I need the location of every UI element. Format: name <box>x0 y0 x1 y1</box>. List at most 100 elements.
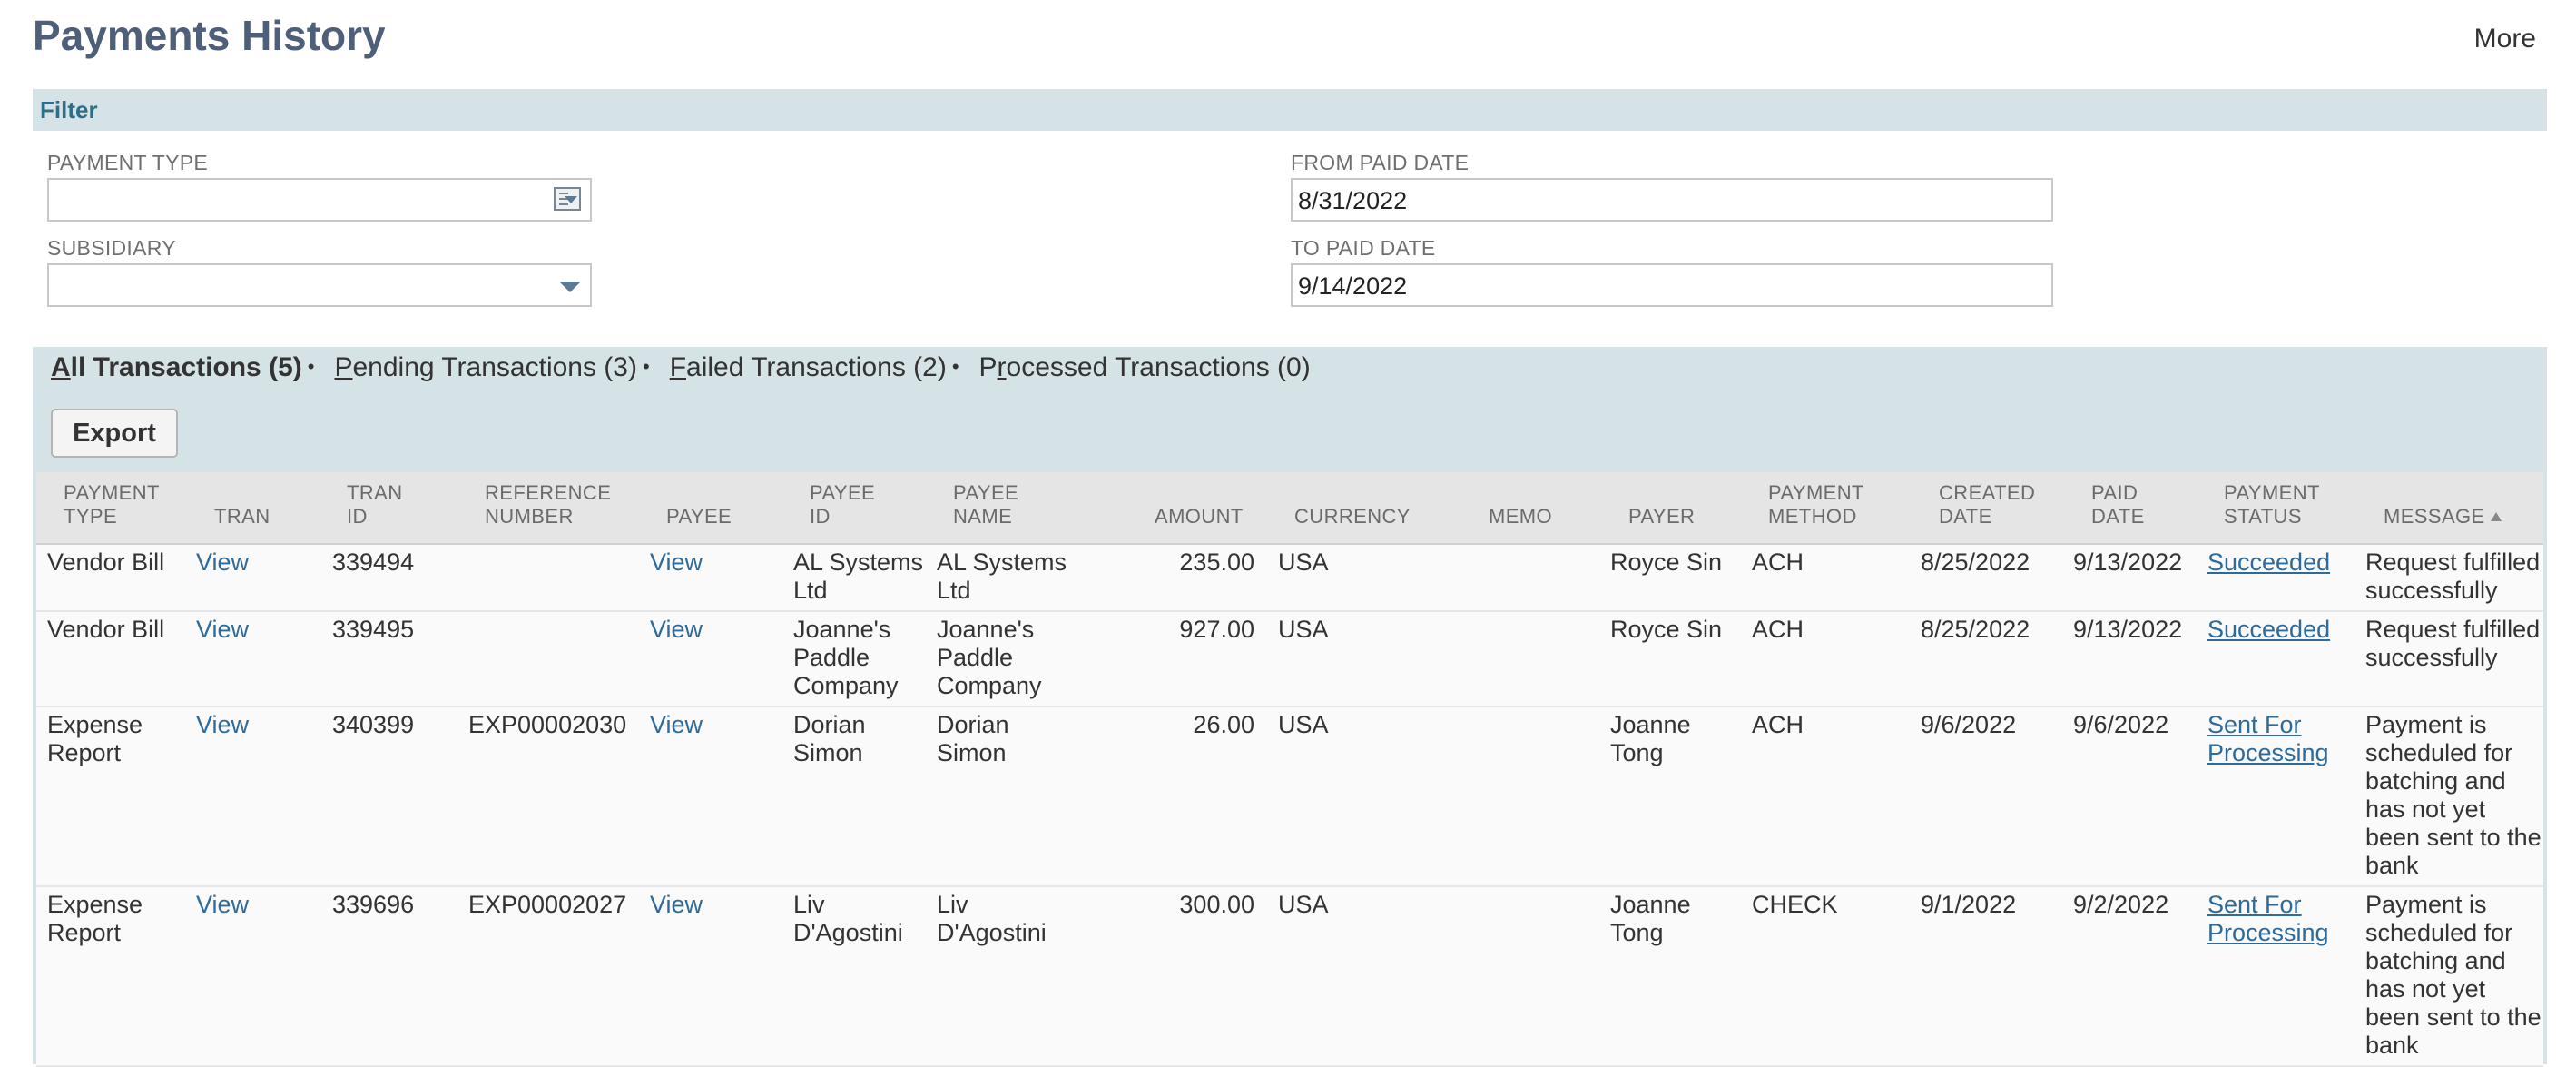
cell-payment-type: Vendor Bill <box>47 616 165 643</box>
cell-created-date: 8/25/2022 <box>1921 616 2030 643</box>
column-header-created-date[interactable]: CREATED DATE <box>1939 481 2035 529</box>
cell-tran[interactable]: View <box>196 616 249 644</box>
cell-payment-method: CHECK <box>1752 891 1838 918</box>
cell-created-date: 9/1/2022 <box>1921 891 2017 918</box>
cell-payee-name: Dorian Simon <box>937 711 1009 766</box>
tab-all-transactions[interactable]: All Transactions (5) <box>51 352 302 383</box>
cell-message: Payment is scheduled for batching and has n… <box>2365 891 2542 1059</box>
payment-type-select[interactable] <box>47 178 592 222</box>
cell-payer: Royce Sin <box>1610 548 1723 576</box>
transactions-table: Vendor Bill View 339494 View AL Systems Ltd AL… <box>36 545 2543 1067</box>
from-paid-date-label: FROM PAID DATE <box>1291 151 1470 174</box>
cell-payee-id: AL Systems Ltd <box>793 548 924 604</box>
filter-section-header[interactable]: Filter <box>33 89 2547 131</box>
transaction-tabs: All Transactions (5) • Pending Transaction… <box>51 352 1311 392</box>
column-header-payee-id[interactable]: PAYEE ID <box>810 481 875 529</box>
cell-payment-status[interactable]: Sent For Processing <box>2207 711 2329 767</box>
column-header-memo[interactable]: MEMO <box>1489 481 1552 529</box>
cell-reference-number: EXP00002030 <box>468 711 627 738</box>
tab-separator: • <box>642 355 650 378</box>
cell-amount: 927.00 <box>1179 616 1254 643</box>
cell-amount: 300.00 <box>1179 891 1254 918</box>
cell-currency: USA <box>1278 711 1329 738</box>
cell-payment-status[interactable]: Succeeded <box>2207 616 2330 644</box>
cell-payee-name: Joanne's Paddle Company <box>937 616 1042 699</box>
cell-paid-date: 9/6/2022 <box>2073 711 2169 738</box>
column-header-message[interactable]: MESSAGE <box>2384 481 2502 529</box>
column-header-payment-method[interactable]: PAYMENT METHOD <box>1768 481 1864 529</box>
table-row: Expense Report View 340399 EXP00002030 View Do… <box>36 707 2543 887</box>
cell-message: Request fulfilled successfully <box>2365 616 2541 671</box>
subsidiary-select[interactable] <box>47 263 592 307</box>
cell-payee[interactable]: View <box>650 616 703 644</box>
cell-payee[interactable]: View <box>650 891 703 919</box>
column-header-payer[interactable]: PAYER <box>1628 481 1695 529</box>
tab-pending-transactions[interactable]: Pending Transactions (3) <box>334 352 637 383</box>
column-header-payment-type[interactable]: PAYMENT TYPE <box>64 481 160 529</box>
cell-paid-date: 9/13/2022 <box>2073 616 2183 643</box>
cell-payment-status[interactable]: Sent For Processing <box>2207 891 2329 947</box>
cell-tran[interactable]: View <box>196 711 249 739</box>
cell-tran[interactable]: View <box>196 891 249 919</box>
column-header-payee[interactable]: PAYEE <box>666 481 732 529</box>
subsidiary-label: SUBSIDIARY <box>47 236 176 260</box>
cell-tran-id: 339696 <box>332 891 415 918</box>
cell-payment-method: ACH <box>1752 616 1804 643</box>
cell-payee-id: Dorian Simon <box>793 711 866 766</box>
cell-paid-date: 9/2/2022 <box>2073 891 2169 918</box>
cell-payment-status[interactable]: Succeeded <box>2207 548 2330 577</box>
cell-tran[interactable]: View <box>196 548 249 577</box>
cell-message: Payment is scheduled for batching and has n… <box>2365 711 2542 879</box>
cell-payee-name: AL Systems Ltd <box>937 548 1067 604</box>
cell-message: Request fulfilled successfully <box>2365 548 2541 604</box>
cell-created-date: 8/25/2022 <box>1921 548 2030 576</box>
table-row: Vendor Bill View 339495 View Joanne's Paddle C… <box>36 612 2543 707</box>
cell-amount: 26.00 <box>1193 711 1254 738</box>
more-menu-link[interactable]: More <box>2474 24 2536 54</box>
transactions-panel: All Transactions (5) • Pending Transaction… <box>33 347 2547 1067</box>
list-select-icon[interactable] <box>554 187 581 211</box>
from-paid-date-field[interactable]: 8/31/2022 <box>1291 178 2053 222</box>
column-header-tran[interactable]: TRAN <box>214 481 270 529</box>
export-button[interactable]: Export <box>51 409 178 458</box>
sort-ascending-icon <box>2490 512 2502 521</box>
cell-currency: USA <box>1278 548 1329 576</box>
to-paid-date-label: TO PAID DATE <box>1291 236 1436 260</box>
tab-failed-transactions[interactable]: Failed Transactions (2) <box>670 352 947 383</box>
column-header-currency[interactable]: CURRENCY <box>1294 481 1411 529</box>
column-header-paid-date[interactable]: PAID DATE <box>2091 481 2145 529</box>
column-header-payment-status[interactable]: PAYMENT STATUS <box>2224 481 2320 529</box>
cell-payee-id: Joanne's Paddle Company <box>793 616 899 699</box>
cell-currency: USA <box>1278 616 1329 643</box>
table-row: Vendor Bill View 339494 View AL Systems Ltd AL… <box>36 545 2543 612</box>
cell-payer: Royce Sin <box>1610 616 1723 643</box>
table-header: PAYMENT TYPE TRAN TRAN ID REFERENCE NUMBER … <box>36 472 2543 545</box>
column-header-payee-name[interactable]: PAYEE NAME <box>953 481 1018 529</box>
tab-processed-transactions[interactable]: Processed Transactions (0) <box>979 352 1311 383</box>
cell-currency: USA <box>1278 891 1329 918</box>
tab-separator: • <box>951 355 959 378</box>
chevron-down-icon[interactable] <box>559 282 581 292</box>
filter-title[interactable]: Filter <box>40 96 98 124</box>
cell-payer: Joanne Tong <box>1610 891 1691 946</box>
cell-payment-type: Expense Report <box>47 711 143 766</box>
cell-payee[interactable]: View <box>650 548 703 577</box>
cell-payee-id: Liv D'Agostini <box>793 891 903 946</box>
payments-history-page: Payments History More Filter PAYMENT TYP… <box>0 0 2576 1067</box>
column-header-amount[interactable]: AMOUNT <box>1155 481 1244 529</box>
cell-payee[interactable]: View <box>650 711 703 739</box>
payment-type-label: PAYMENT TYPE <box>47 151 208 174</box>
cell-payment-type: Vendor Bill <box>47 548 165 576</box>
table-row: Expense Report View 339696 EXP00002027 View Li… <box>36 887 2543 1067</box>
cell-paid-date: 9/13/2022 <box>2073 548 2183 576</box>
cell-payer: Joanne Tong <box>1610 711 1691 766</box>
cell-reference-number: EXP00002027 <box>468 891 627 918</box>
cell-payment-method: ACH <box>1752 711 1804 738</box>
to-paid-date-field[interactable]: 9/14/2022 <box>1291 263 2053 307</box>
column-header-reference-number[interactable]: REFERENCE NUMBER <box>485 481 611 529</box>
cell-payee-name: Liv D'Agostini <box>937 891 1047 946</box>
cell-payment-method: ACH <box>1752 548 1804 576</box>
cell-tran-id: 340399 <box>332 711 415 738</box>
cell-tran-id: 339494 <box>332 548 415 576</box>
column-header-tran-id[interactable]: TRAN ID <box>347 481 403 529</box>
